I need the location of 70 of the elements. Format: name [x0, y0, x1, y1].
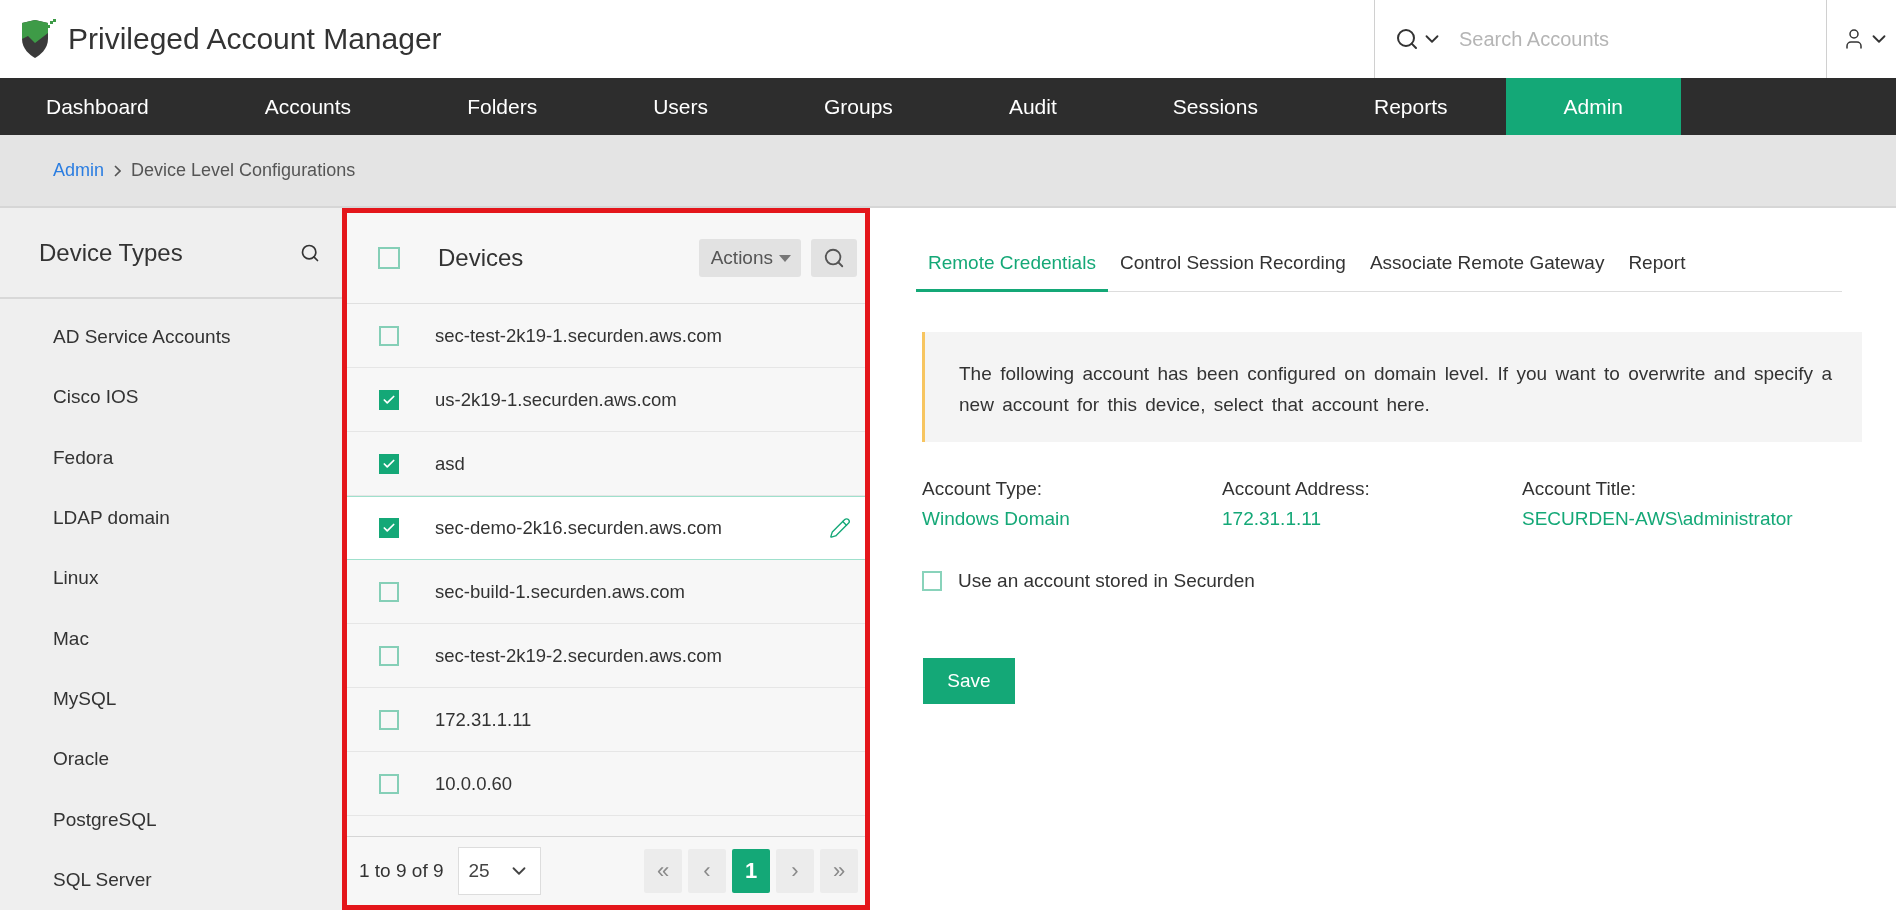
- checkbox[interactable]: [379, 453, 399, 474]
- tab[interactable]: Report: [1616, 236, 1698, 292]
- checkbox[interactable]: [379, 389, 399, 410]
- checkbox[interactable]: [379, 325, 399, 346]
- pagination-range: 1 to 9 of 9: [359, 860, 444, 882]
- nav-tab[interactable]: Users: [595, 78, 766, 135]
- checkbox[interactable]: [379, 773, 399, 794]
- checkbox[interactable]: [379, 709, 399, 730]
- field-value: SECURDEN-AWS\administrator: [1522, 508, 1794, 530]
- checkbox[interactable]: [922, 571, 942, 591]
- device-row[interactable]: sec-test-2k19-2.securden.aws.com: [347, 624, 865, 688]
- device-type-item[interactable]: PostgreSQL: [0, 789, 342, 850]
- device-row[interactable]: 10.0.0.60: [347, 752, 865, 816]
- sidebar-title: Device Types: [39, 238, 183, 267]
- field-label: Account Type:: [922, 478, 1044, 500]
- field-value: 172.31.1.11: [1222, 508, 1322, 530]
- device-name: sec-build-1.securden.aws.com: [435, 580, 686, 603]
- device-type-item[interactable]: LDAP domain: [0, 487, 342, 549]
- device-name: sec-demo-2k16.securden.aws.com: [435, 517, 723, 539]
- tab[interactable]: Control Session Recording: [1107, 236, 1358, 292]
- device-name: sec-test-2k19-2.securden.aws.com: [435, 644, 723, 667]
- devices-title: Devices: [438, 244, 525, 272]
- device-row[interactable]: sec-demo-2k16.securden.aws.com: [347, 496, 865, 560]
- checkbox[interactable]: [379, 518, 399, 538]
- device-type-item[interactable]: Mac: [0, 608, 342, 669]
- chevron-right-icon: [114, 164, 122, 177]
- field-value: Windows Domain: [922, 508, 1071, 530]
- field-label: Account Address:: [1222, 478, 1371, 500]
- nav-tab[interactable]: Folders: [409, 78, 596, 135]
- actions-button[interactable]: Actions: [698, 239, 801, 277]
- device-type-item[interactable]: Fedora: [0, 427, 342, 488]
- caret-down-icon: [779, 254, 791, 262]
- field-label: Account Title:: [1522, 478, 1638, 500]
- breadcrumb-current: Device Level Configurations: [131, 160, 356, 181]
- device-type-item[interactable]: Cisco IOS: [0, 367, 342, 428]
- search-button[interactable]: [300, 242, 320, 263]
- device-row[interactable]: sec-build-1.securden.aws.com: [347, 560, 865, 624]
- device-type-item[interactable]: Oracle: [0, 729, 342, 790]
- device-name: us-2k19-1.securden.aws.com: [435, 388, 678, 411]
- device-name: 172.31.1.11: [435, 708, 533, 731]
- shield-logo-icon: [20, 19, 56, 59]
- device-type-item[interactable]: MySQL: [0, 668, 342, 730]
- device-row[interactable]: us-2k19-1.securden.aws.com: [347, 368, 865, 432]
- search-icon: [823, 247, 845, 269]
- device-type-item[interactable]: SQL Server: [0, 849, 342, 910]
- device-row[interactable]: 172.31.1.11: [347, 688, 865, 752]
- nav-tab[interactable]: Audit: [950, 78, 1115, 135]
- device-name: 10.0.0.60: [435, 772, 514, 795]
- nav-tab[interactable]: Dashboard: [0, 78, 207, 135]
- checkmark-icon: [382, 521, 396, 535]
- device-type-item[interactable]: AD Service Accounts: [0, 307, 342, 368]
- nav-tab[interactable]: Sessions: [1114, 78, 1316, 135]
- tab[interactable]: Associate Remote Gateway: [1357, 236, 1617, 292]
- nav-tab[interactable]: Reports: [1315, 78, 1506, 135]
- app-title: Privileged Account Manager: [68, 22, 442, 56]
- checkbox[interactable]: [379, 645, 399, 666]
- page-size-select[interactable]: 25: [457, 847, 541, 895]
- device-type-item[interactable]: Linux: [0, 548, 342, 609]
- checkbox[interactable]: [379, 581, 399, 602]
- checkbox[interactable]: [378, 247, 400, 269]
- device-row[interactable]: sec-test-2k19-1.securden.aws.com: [347, 304, 865, 368]
- search-button[interactable]: [811, 239, 857, 277]
- info-notice: The following account has been configured on domain level. If you want to overwrite and specify a new account for this device, select that account here.: [922, 332, 1862, 442]
- edit-pencil-icon[interactable]: [829, 517, 851, 539]
- checkbox-label: Use an account stored in Securden: [958, 570, 1255, 592]
- nav-tab[interactable]: Accounts: [206, 78, 410, 135]
- search-icon: [1395, 27, 1419, 51]
- device-name: sec-test-2k19-1.securden.aws.com: [435, 324, 723, 347]
- device-name: asd: [435, 452, 466, 475]
- nav-tab[interactable]: Groups: [766, 78, 951, 135]
